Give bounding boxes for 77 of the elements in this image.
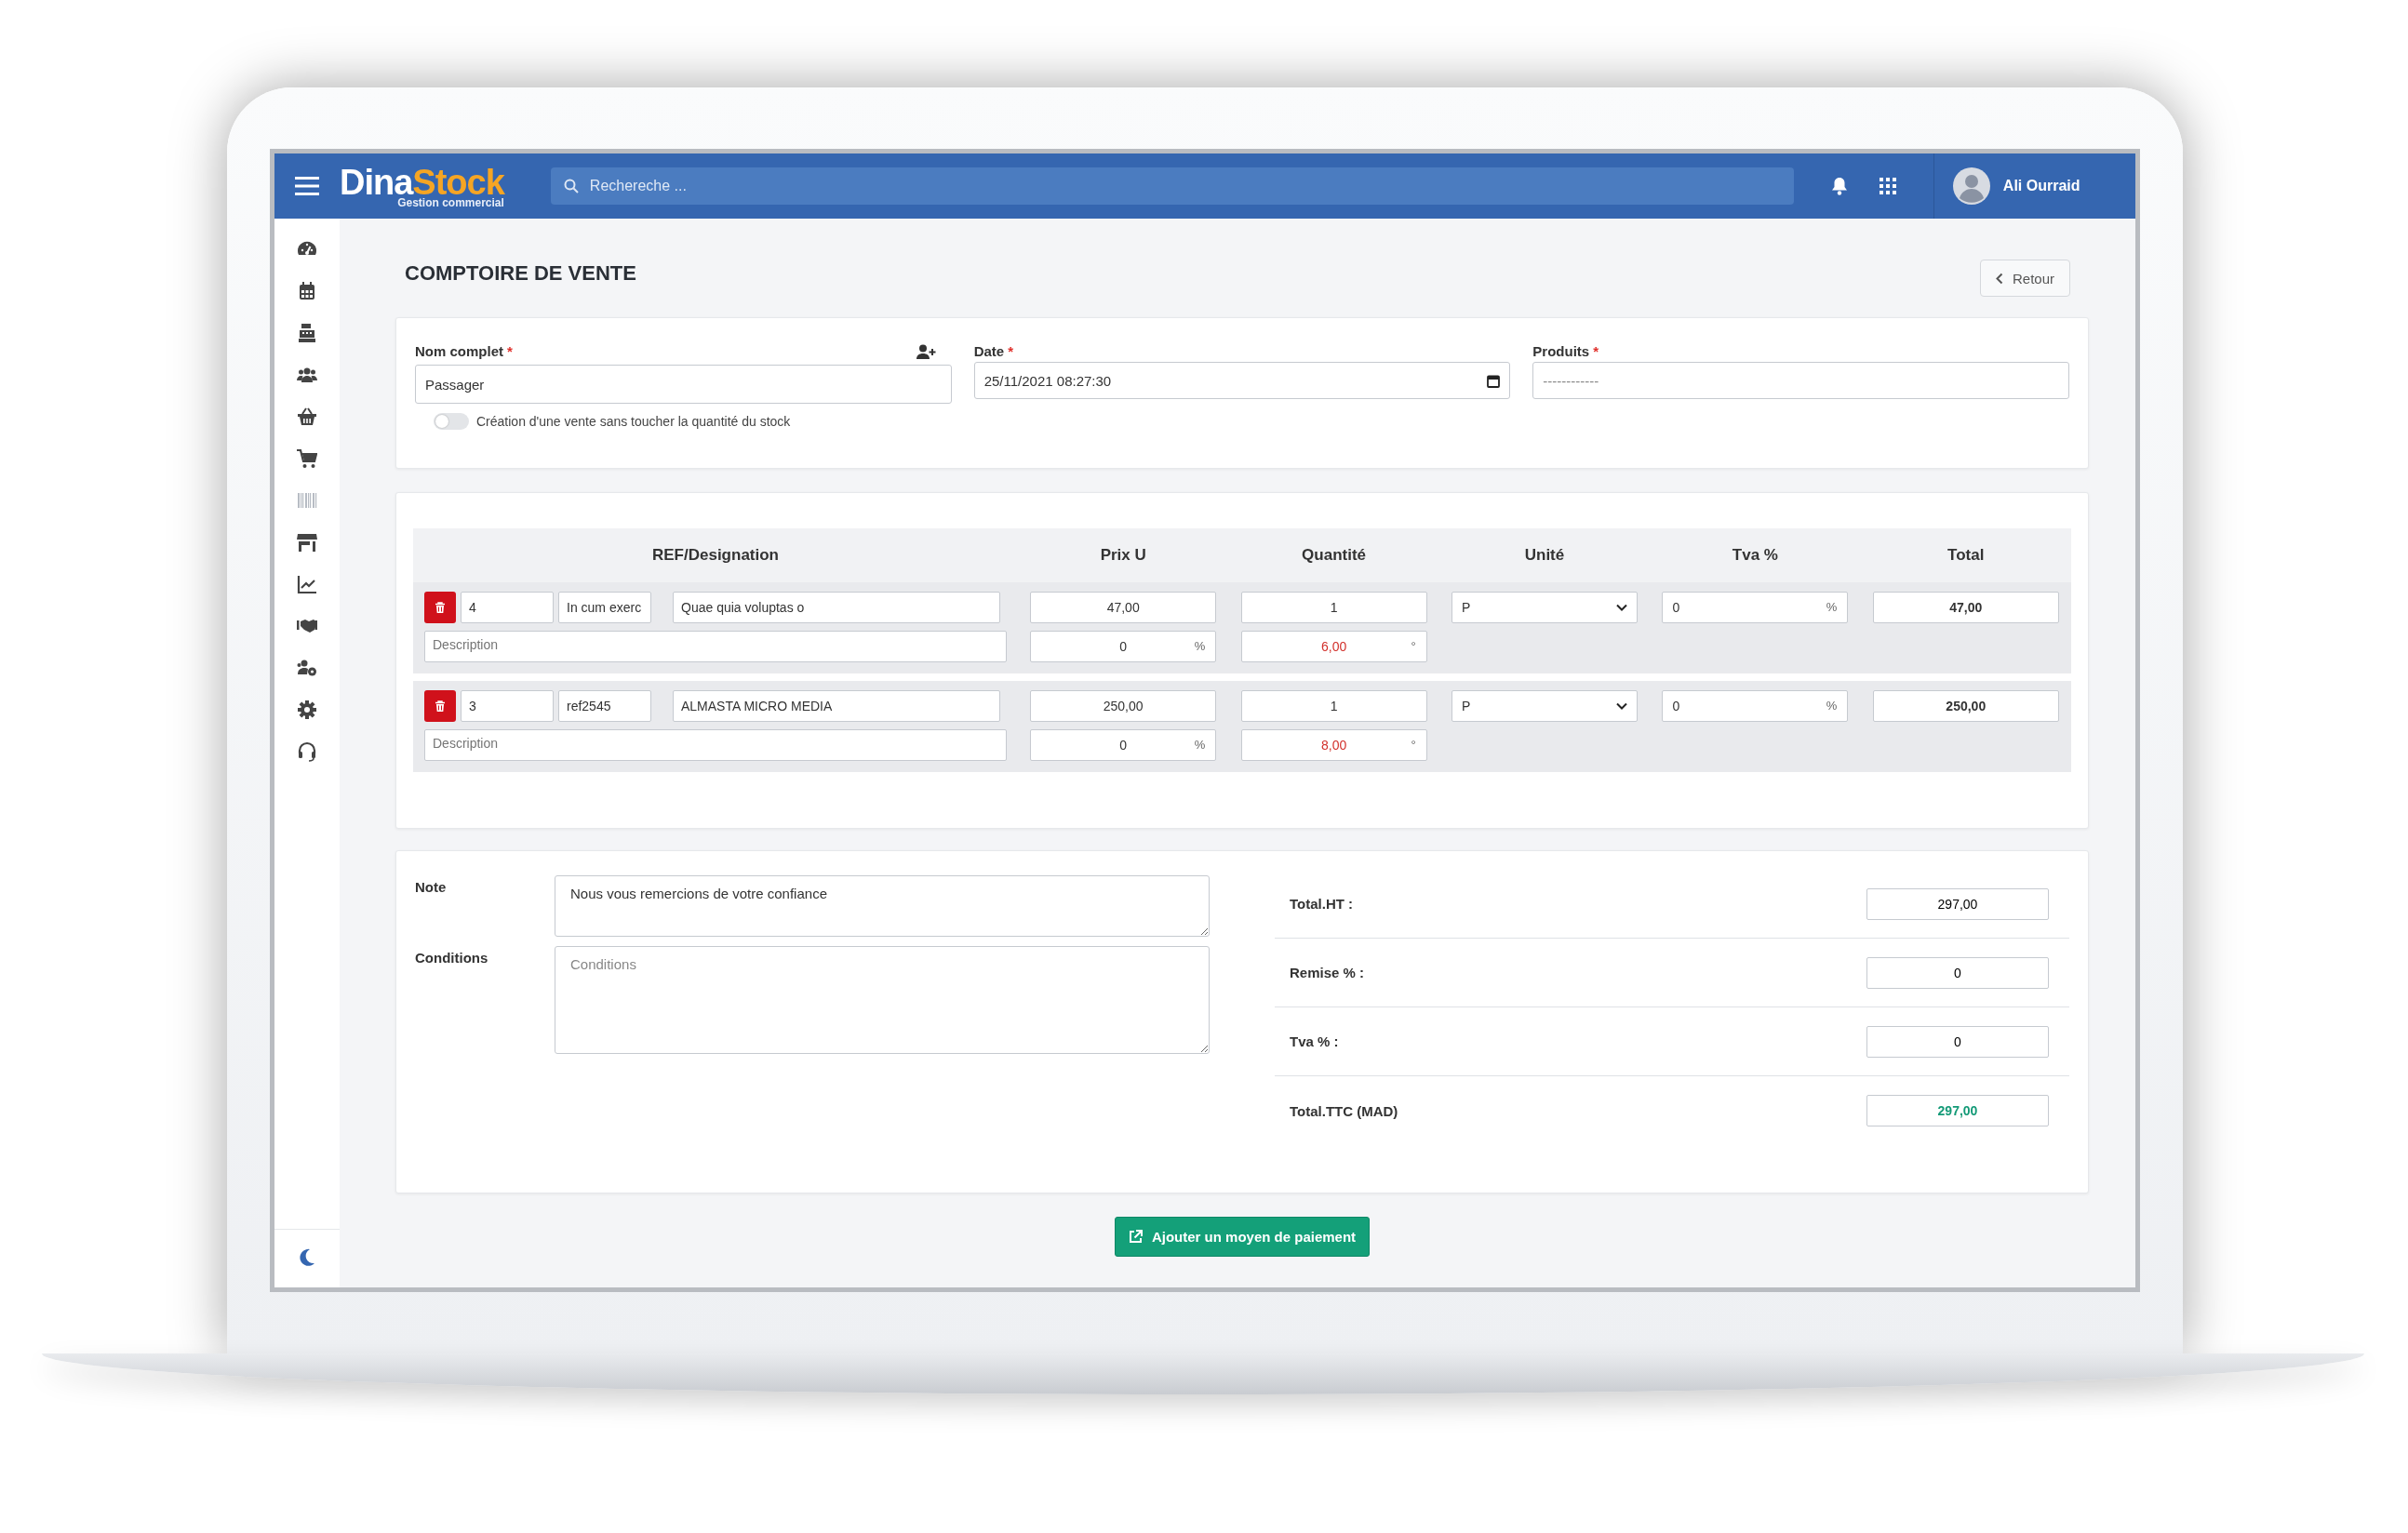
delete-button[interactable]	[424, 690, 456, 722]
unit-label: %	[1826, 699, 1838, 713]
total-input[interactable]: 47,00	[1872, 592, 2059, 623]
price-input[interactable]: 250,00	[1030, 690, 1217, 722]
external-link-icon	[1128, 1230, 1143, 1244]
calendar-icon	[1487, 373, 1501, 388]
column-header: Prix U	[1100, 546, 1146, 565]
delete-button[interactable]	[424, 592, 456, 623]
total-value-input[interactable]: 0	[1866, 956, 2049, 989]
grid-icon[interactable]	[1879, 178, 1896, 194]
ref-input[interactable]: In cum exerc	[558, 592, 651, 623]
avatar-icon[interactable]	[1952, 167, 1990, 205]
search-icon	[563, 179, 579, 193]
toggle-label: Création d'une vente sans toucher la quantité du stock	[476, 414, 791, 429]
brand-tagline: Gestion commercial	[397, 196, 504, 208]
column-header: Quantité	[1302, 546, 1367, 565]
unit-label: °	[1411, 738, 1416, 752]
description-input[interactable]: Description	[424, 631, 1007, 662]
back-button[interactable]: Retour	[1979, 260, 2070, 297]
trash-icon	[434, 600, 447, 615]
name-input[interactable]: Passager	[415, 365, 952, 404]
unit-label: %	[1194, 738, 1206, 752]
basket-icon[interactable]	[297, 407, 317, 427]
headset-icon[interactable]	[297, 741, 317, 762]
field-label: Produits *	[1532, 343, 1599, 359]
price-input[interactable]: 47,00	[1030, 592, 1217, 623]
total-value-input[interactable]: 297,00	[1866, 887, 2049, 920]
add-user-icon[interactable]	[916, 344, 937, 359]
total-input[interactable]: 250,00	[1872, 690, 2059, 722]
description-input[interactable]: Description	[424, 729, 1007, 761]
total-value-input[interactable]: 0	[1866, 1025, 2049, 1058]
quantity-input[interactable]: 1	[1240, 592, 1427, 623]
user-gear-icon[interactable]	[297, 658, 317, 678]
total-label: Total.TTC (MAD)	[1290, 1102, 1398, 1119]
calendar-icon[interactable]	[297, 281, 317, 301]
column-header: Total	[1947, 546, 1985, 565]
column-header: REF/Designation	[652, 546, 779, 565]
cart-icon[interactable]	[297, 448, 317, 469]
id-input[interactable]: 3	[461, 690, 554, 722]
total-label: Remise % :	[1290, 965, 1365, 980]
designation-input[interactable]: Quae quia voluptas o	[673, 592, 1000, 623]
note-label: Note	[415, 878, 448, 897]
trash-icon	[434, 699, 447, 713]
total-label: Tva % :	[1290, 1033, 1339, 1049]
conditions-label: Conditions	[415, 949, 489, 967]
id-input[interactable]: 4	[461, 592, 554, 623]
column-header: Unité	[1524, 546, 1565, 565]
column-header: Tva %	[1732, 546, 1778, 565]
cash-register-icon[interactable]	[297, 323, 317, 343]
total-value-input[interactable]: 297,00	[1866, 1095, 2049, 1126]
date-input[interactable]: 25/11/2021 08:27:30	[973, 362, 1511, 399]
caret-icon	[1616, 604, 1627, 611]
user-name[interactable]: Ali Ourraid	[2002, 178, 2080, 194]
ref-input[interactable]: ref2545	[558, 690, 651, 722]
field-label: Date *	[973, 343, 1013, 359]
products-input[interactable]: ------------	[1532, 362, 2069, 399]
unit-select[interactable]: P	[1451, 592, 1638, 623]
page-title: COMPTOIRE DE VENTE	[405, 261, 636, 286]
toggle-switch[interactable]	[434, 413, 469, 430]
total-label: Total.HT :	[1290, 896, 1354, 912]
conditions-input[interactable]: Conditions	[555, 946, 1210, 1054]
line-chart-icon[interactable]	[297, 574, 317, 594]
chevron-left-icon	[1995, 272, 2003, 285]
note-input[interactable]: Nous vous remercions de votre confiance	[555, 875, 1210, 937]
unit-select[interactable]: P	[1451, 690, 1638, 722]
unit-label: %	[1826, 600, 1838, 614]
designation-input[interactable]: ALMASTA MICRO MEDIA	[673, 690, 1000, 722]
caret-icon	[1616, 702, 1627, 710]
field-label: Nom complet *	[415, 343, 513, 359]
search-field[interactable]: Rechereche ...	[550, 167, 1794, 205]
unit-label: %	[1194, 639, 1206, 653]
moon-icon[interactable]	[299, 1248, 315, 1267]
bell-icon[interactable]	[1830, 177, 1848, 195]
store-icon[interactable]	[297, 532, 317, 553]
menu-icon[interactable]	[295, 177, 319, 195]
quantity-input[interactable]: 1	[1240, 690, 1427, 722]
unit-label: °	[1411, 639, 1416, 653]
